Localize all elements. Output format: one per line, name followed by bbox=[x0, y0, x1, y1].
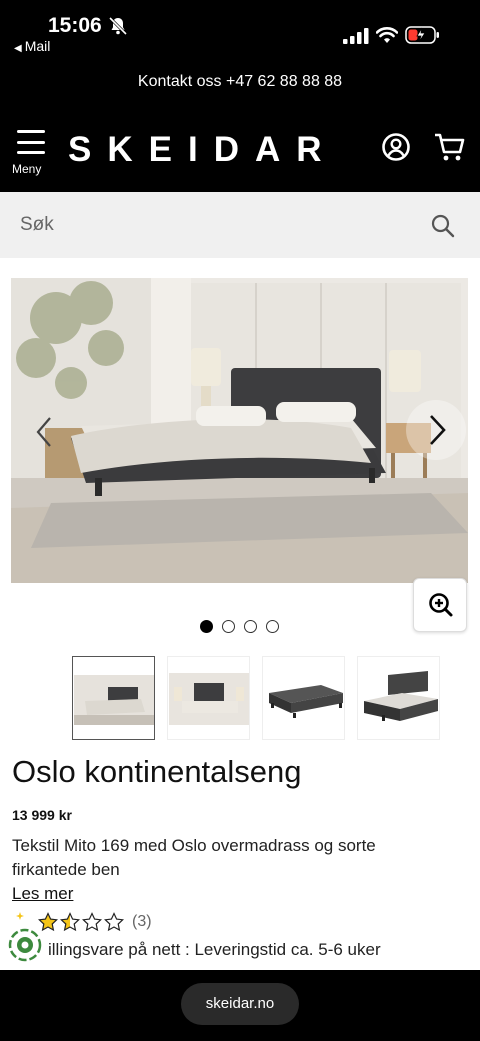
menu-button[interactable]: Meny bbox=[12, 130, 52, 182]
back-triangle-icon: ◀ bbox=[14, 43, 22, 54]
product-price: 13 999 kr bbox=[12, 807, 72, 823]
back-to-app[interactable]: ◀ Mail bbox=[14, 38, 50, 54]
chevron-left-icon[interactable] bbox=[30, 412, 60, 452]
bell-slash-icon bbox=[108, 16, 128, 36]
thumbnail-image bbox=[73, 657, 154, 739]
sustainability-badge-icon[interactable] bbox=[8, 928, 42, 962]
url-bar[interactable]: skeidar.no bbox=[181, 983, 299, 1025]
gallery-next-button[interactable] bbox=[406, 400, 466, 460]
rating[interactable]: (3) bbox=[38, 912, 152, 932]
thumbnail-image bbox=[358, 657, 439, 739]
star-icon bbox=[82, 912, 102, 932]
site-header: Meny SKEIDAR bbox=[0, 110, 480, 192]
star-icon bbox=[60, 912, 80, 932]
logo[interactable]: SKEIDAR bbox=[68, 130, 338, 170]
thumbnail-3[interactable] bbox=[262, 656, 345, 740]
product-title: Oslo kontinentalseng bbox=[12, 754, 302, 789]
sparkle-icon bbox=[16, 912, 24, 920]
status-bar: 15:06 ◀ Mail bbox=[0, 0, 480, 62]
read-more-link[interactable]: Les mer bbox=[12, 884, 73, 904]
search-bar bbox=[0, 192, 480, 258]
review-count: (3) bbox=[132, 913, 152, 930]
signal-icon bbox=[343, 28, 369, 44]
back-app-label: Mail bbox=[24, 38, 51, 54]
search-input[interactable] bbox=[0, 192, 420, 258]
bedroom-photo bbox=[11, 278, 468, 583]
delivery-info: illingsvare på nett : Leveringstid ca. 5… bbox=[48, 940, 381, 959]
pagination-dot[interactable] bbox=[222, 620, 235, 633]
pagination-dot[interactable] bbox=[244, 620, 257, 633]
battery-charging-icon bbox=[405, 26, 439, 44]
account-icon[interactable] bbox=[381, 132, 411, 162]
menu-label: Meny bbox=[12, 162, 42, 176]
wifi-icon bbox=[376, 27, 398, 43]
thumbnail-4[interactable] bbox=[357, 656, 440, 740]
hamburger-menu-icon bbox=[17, 130, 45, 154]
pagination-dot[interactable] bbox=[266, 620, 279, 633]
status-time: 15:06 bbox=[48, 14, 102, 37]
thumbnail-image bbox=[168, 657, 249, 739]
thumbnail-strip bbox=[72, 656, 440, 740]
browser-toolbar: skeidar.no bbox=[0, 970, 480, 1041]
gallery-pagination bbox=[200, 620, 279, 634]
zoom-button[interactable] bbox=[413, 578, 467, 632]
chevron-right-icon bbox=[430, 415, 446, 445]
star-icon bbox=[104, 912, 124, 932]
product-description: Tekstil Mito 169 med Oslo overmadrass og… bbox=[12, 836, 376, 879]
pagination-dot[interactable] bbox=[200, 620, 213, 633]
product-main-image[interactable] bbox=[11, 278, 468, 583]
search-icon[interactable] bbox=[430, 213, 456, 239]
thumbnail-image bbox=[263, 657, 344, 739]
thumbnail-1[interactable] bbox=[72, 656, 155, 740]
thumbnail-2[interactable] bbox=[167, 656, 250, 740]
zoom-in-icon bbox=[429, 593, 453, 617]
contact-bar[interactable]: Kontakt oss +47 62 88 88 88 bbox=[0, 62, 480, 110]
cart-icon[interactable] bbox=[433, 131, 465, 163]
